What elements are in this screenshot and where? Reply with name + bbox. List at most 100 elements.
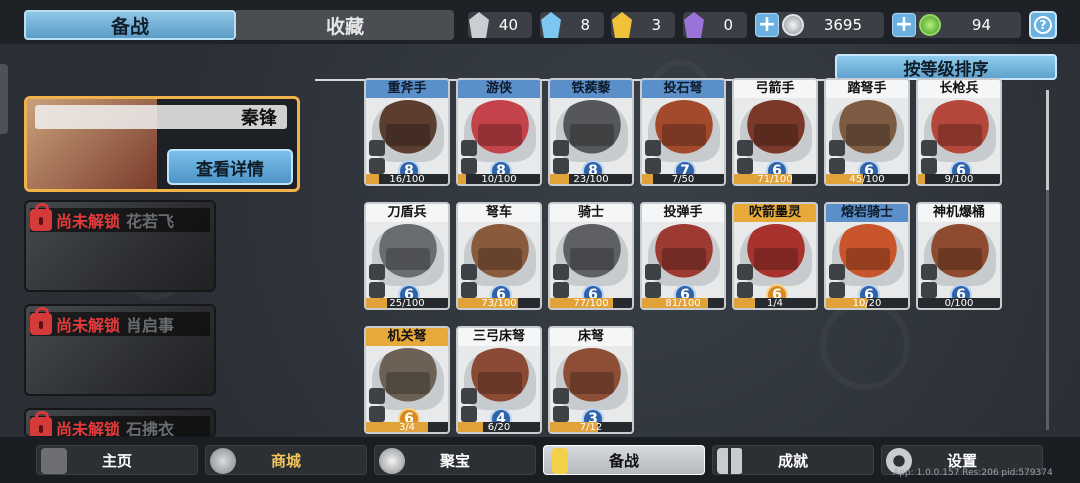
- unit-type-icon: [461, 264, 477, 280]
- unit-progress-text: 45/100: [849, 174, 885, 185]
- resource-value: 3: [651, 16, 661, 34]
- unit-progress-text: 9/100: [944, 174, 974, 185]
- unit-progress-text: 3/4: [398, 422, 416, 433]
- unit-trait-icon: [461, 282, 477, 298]
- unit-name: 刀盾兵: [366, 204, 448, 222]
- resource-purple-shield: 0: [683, 12, 747, 38]
- unit-progress-text: 10/20: [852, 298, 882, 309]
- unit-progress-bar: 81/100: [642, 298, 724, 308]
- unit-type-icon: [921, 264, 937, 280]
- hero-card-selected[interactable]: 秦锋 查看详情: [24, 96, 300, 192]
- unit-trait-icon: [921, 282, 937, 298]
- unit-progress-text: 71/100: [757, 174, 793, 185]
- unit-card[interactable]: 刀盾兵 6 25/100: [364, 202, 450, 310]
- nav-label: 备战: [608, 451, 639, 470]
- unit-type-icon: [737, 140, 753, 156]
- unit-progress-bar: 71/100: [734, 174, 816, 184]
- lock-bar: 尚未解锁 花若飞: [30, 203, 210, 232]
- lock-bar: 尚未解锁 肖启事: [30, 307, 210, 336]
- unit-progress-bar: 9/100: [918, 174, 1000, 184]
- unit-card[interactable]: 吹箭墨灵 6 1/4: [732, 202, 818, 310]
- unit-grid: 重斧手 8 16/100 游侠 8 10/100 铁蒺藜 8 23/100 投石弩 7 7/50 弓箭手…: [364, 78, 1044, 438]
- unit-type-icon: [553, 264, 569, 280]
- unit-progress-bar: 25/100: [366, 298, 448, 308]
- unit-progress-bar: 16/100: [366, 174, 448, 184]
- locked-hero-card[interactable]: 尚未解锁 花若飞: [24, 200, 216, 292]
- unit-trait-icon: [461, 406, 477, 422]
- unit-card[interactable]: 投石弩 7 7/50: [640, 78, 726, 186]
- unit-trait-icon: [553, 158, 569, 174]
- unit-progress-bar: 6/20: [458, 422, 540, 432]
- unit-card[interactable]: 骑士 6 77/100: [548, 202, 634, 310]
- unit-card[interactable]: 神机爆桶 6 0/100: [916, 202, 1002, 310]
- add-gem-button[interactable]: +: [892, 13, 916, 37]
- unit-trait-icon: [369, 282, 385, 298]
- unit-card[interactable]: 游侠 8 10/100: [456, 78, 542, 186]
- unit-card[interactable]: 弩车 6 73/100: [456, 202, 542, 310]
- unit-card[interactable]: 弓箭手 6 71/100: [732, 78, 818, 186]
- nav-achievement[interactable]: 成就: [712, 445, 874, 475]
- green-gem-value: 94: [971, 16, 991, 34]
- lock-status: 尚未解锁: [56, 212, 121, 231]
- side-drawer-handle[interactable]: [0, 64, 8, 134]
- unit-type-icon: [369, 388, 385, 404]
- unit-card[interactable]: 长枪兵 6 9/100: [916, 78, 1002, 186]
- unit-progress-text: 1/4: [766, 298, 784, 309]
- add-silver-button[interactable]: +: [755, 13, 779, 37]
- locked-hero-card[interactable]: 尚未解锁 肖启事: [24, 304, 216, 396]
- sort-by-level-button[interactable]: 按等级排序: [835, 54, 1057, 80]
- help-icon: ?: [1034, 16, 1052, 34]
- locked-hero-card[interactable]: 尚未解锁 石拂衣: [24, 408, 216, 438]
- resource-gold-shield: 3: [611, 12, 675, 38]
- unit-type-icon: [369, 140, 385, 156]
- nav-home[interactable]: 主页: [36, 445, 198, 475]
- shop-coins-icon: [210, 448, 236, 474]
- unit-card[interactable]: 床弩 3 7/12: [548, 326, 634, 434]
- unit-trait-icon: [369, 406, 385, 422]
- unit-trait-icon: [829, 282, 845, 298]
- version-text: App: 1.0.0.157 Res:206 pid:579374: [893, 468, 1053, 478]
- unit-card[interactable]: 熔岩骑士 6 10/20: [824, 202, 910, 310]
- unit-progress-text: 6/20: [487, 422, 511, 433]
- unit-name: 踏弩手: [826, 80, 908, 98]
- nav-label: 商城: [270, 451, 301, 470]
- unit-name: 铁蒺藜: [550, 80, 632, 98]
- lock-status: 尚未解锁: [56, 316, 121, 335]
- nav-prep[interactable]: 备战: [543, 445, 705, 475]
- unit-card[interactable]: 投弹手 6 81/100: [640, 202, 726, 310]
- unit-progress-text: 23/100: [573, 174, 609, 185]
- unit-card[interactable]: 铁蒺藜 8 23/100: [548, 78, 634, 186]
- unit-trait-icon: [369, 158, 385, 174]
- unit-card[interactable]: 机关弩 6 3/4: [364, 326, 450, 434]
- unit-list-scrollbar[interactable]: [1046, 90, 1049, 430]
- unit-progress-bar: 3/4: [366, 422, 448, 432]
- unit-progress-bar: 7/12: [550, 422, 632, 432]
- view-details-button[interactable]: 查看详情: [167, 149, 293, 185]
- nav-shop[interactable]: 商城: [205, 445, 367, 475]
- unit-card[interactable]: 踏弩手 6 45/100: [824, 78, 910, 186]
- unit-card[interactable]: 重斧手 8 16/100: [364, 78, 450, 186]
- unit-progress-text: 77/100: [573, 298, 609, 309]
- unit-type-icon: [645, 264, 661, 280]
- unit-progress-bar: 7/50: [642, 174, 724, 184]
- unit-progress-text: 0/100: [944, 298, 974, 309]
- unit-name: 弩车: [458, 204, 540, 222]
- green-gem-icon: [919, 14, 941, 36]
- unit-type-icon: [461, 388, 477, 404]
- unit-name: 骑士: [550, 204, 632, 222]
- unit-progress-bar: 1/4: [734, 298, 816, 308]
- purple-shield-icon: [679, 9, 709, 41]
- unit-name: 熔岩骑士: [826, 204, 908, 222]
- help-button[interactable]: ?: [1029, 11, 1057, 39]
- tab-prep[interactable]: 备战: [24, 10, 236, 40]
- unit-type-icon: [645, 140, 661, 156]
- lock-icon: [30, 411, 52, 436]
- tab-collection[interactable]: 收藏: [236, 10, 454, 40]
- unit-card[interactable]: 三弓床弩 4 6/20: [456, 326, 542, 434]
- resource-value: 40: [498, 16, 518, 34]
- unit-progress-bar: 73/100: [458, 298, 540, 308]
- unit-type-icon: [737, 264, 753, 280]
- nav-treasure[interactable]: 聚宝: [374, 445, 536, 475]
- nav-label: 主页: [101, 451, 132, 470]
- unit-progress-text: 10/100: [481, 174, 517, 185]
